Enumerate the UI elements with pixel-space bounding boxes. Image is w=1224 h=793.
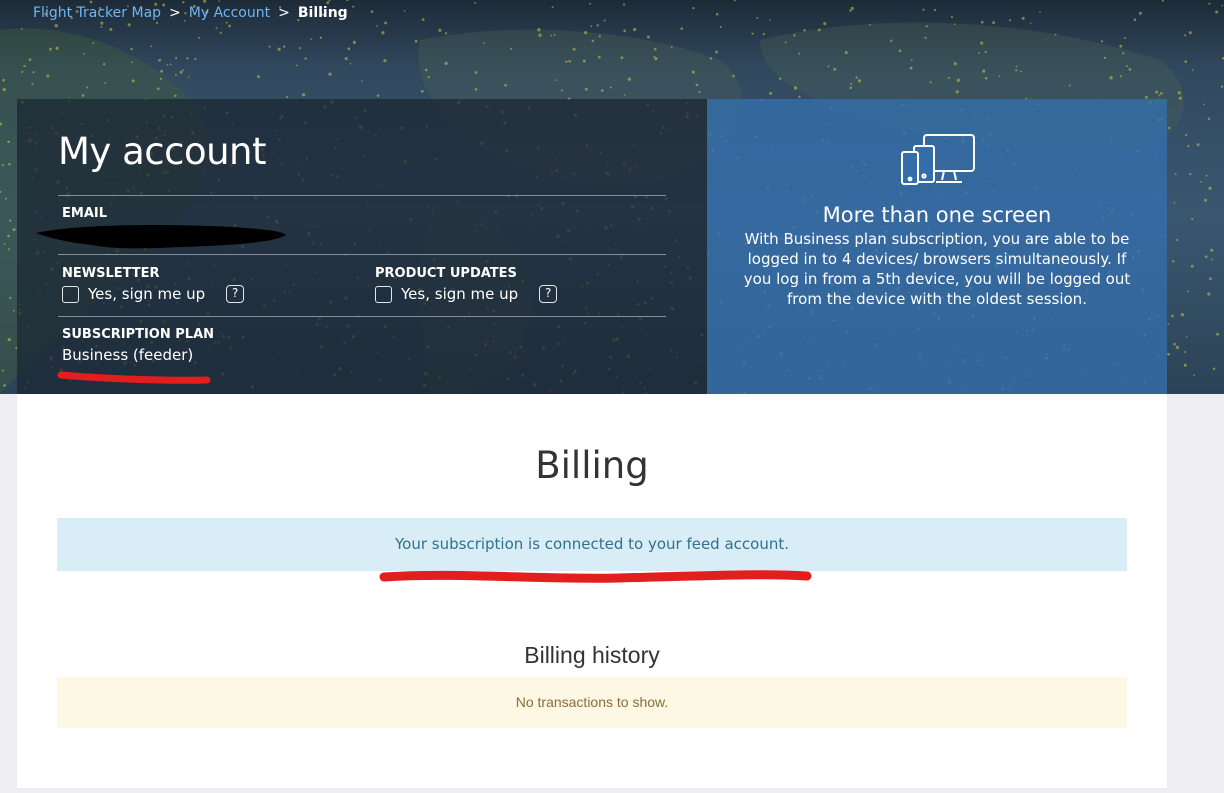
divider [58,195,666,196]
newsletter-option-label[interactable]: Yes, sign me up [88,284,205,304]
subscription-plan-label: SUBSCRIPTION PLAN [62,327,215,342]
subscription-plan-value: Business (feeder) [62,346,194,364]
devices-icon [901,134,975,185]
breadcrumb-link-my-account[interactable]: My Account [189,4,270,22]
breadcrumb-separator: > [169,5,181,21]
product-updates-checkbox[interactable] [375,285,392,303]
email-redaction [36,225,286,249]
divider [58,254,666,255]
info-alert: Your subscription is connected to your f… [57,518,1127,571]
breadcrumb-link-flight-tracker-map[interactable]: Flight Tracker Map [33,4,161,22]
newsletter-checkbox[interactable] [62,285,79,303]
page-title: My account [58,130,267,173]
promo-title: More than one screen [822,203,1052,227]
annotation-underline [57,371,211,384]
help-icon[interactable]: ? [539,285,558,303]
divider [58,316,666,317]
promo-panel: More than one screen With Business plan … [707,99,1167,394]
empty-transactions-alert: No transactions to show. [57,677,1127,728]
billing-card: Billing Your subscription is connected t… [17,394,1167,788]
billing-title: Billing [535,444,649,487]
product-updates-label: PRODUCT UPDATES [375,266,517,281]
help-icon[interactable]: ? [226,285,245,303]
promo-text: With Business plan subscription, you are… [743,230,1131,308]
breadcrumb-current: Billing [297,5,348,21]
breadcrumb: Flight Tracker Map > My Account > Billin… [33,4,348,22]
account-panel: My account EMAIL NEWSLETTER Yes, sign me… [17,99,707,394]
product-updates-option: Yes, sign me up ? [375,284,558,304]
product-updates-option-label[interactable]: Yes, sign me up [401,284,518,304]
newsletter-label: NEWSLETTER [62,266,160,281]
annotation-underline [379,570,812,583]
breadcrumb-separator: > [278,5,290,21]
newsletter-option: Yes, sign me up ? [62,284,245,304]
billing-history-title: Billing history [524,642,660,668]
